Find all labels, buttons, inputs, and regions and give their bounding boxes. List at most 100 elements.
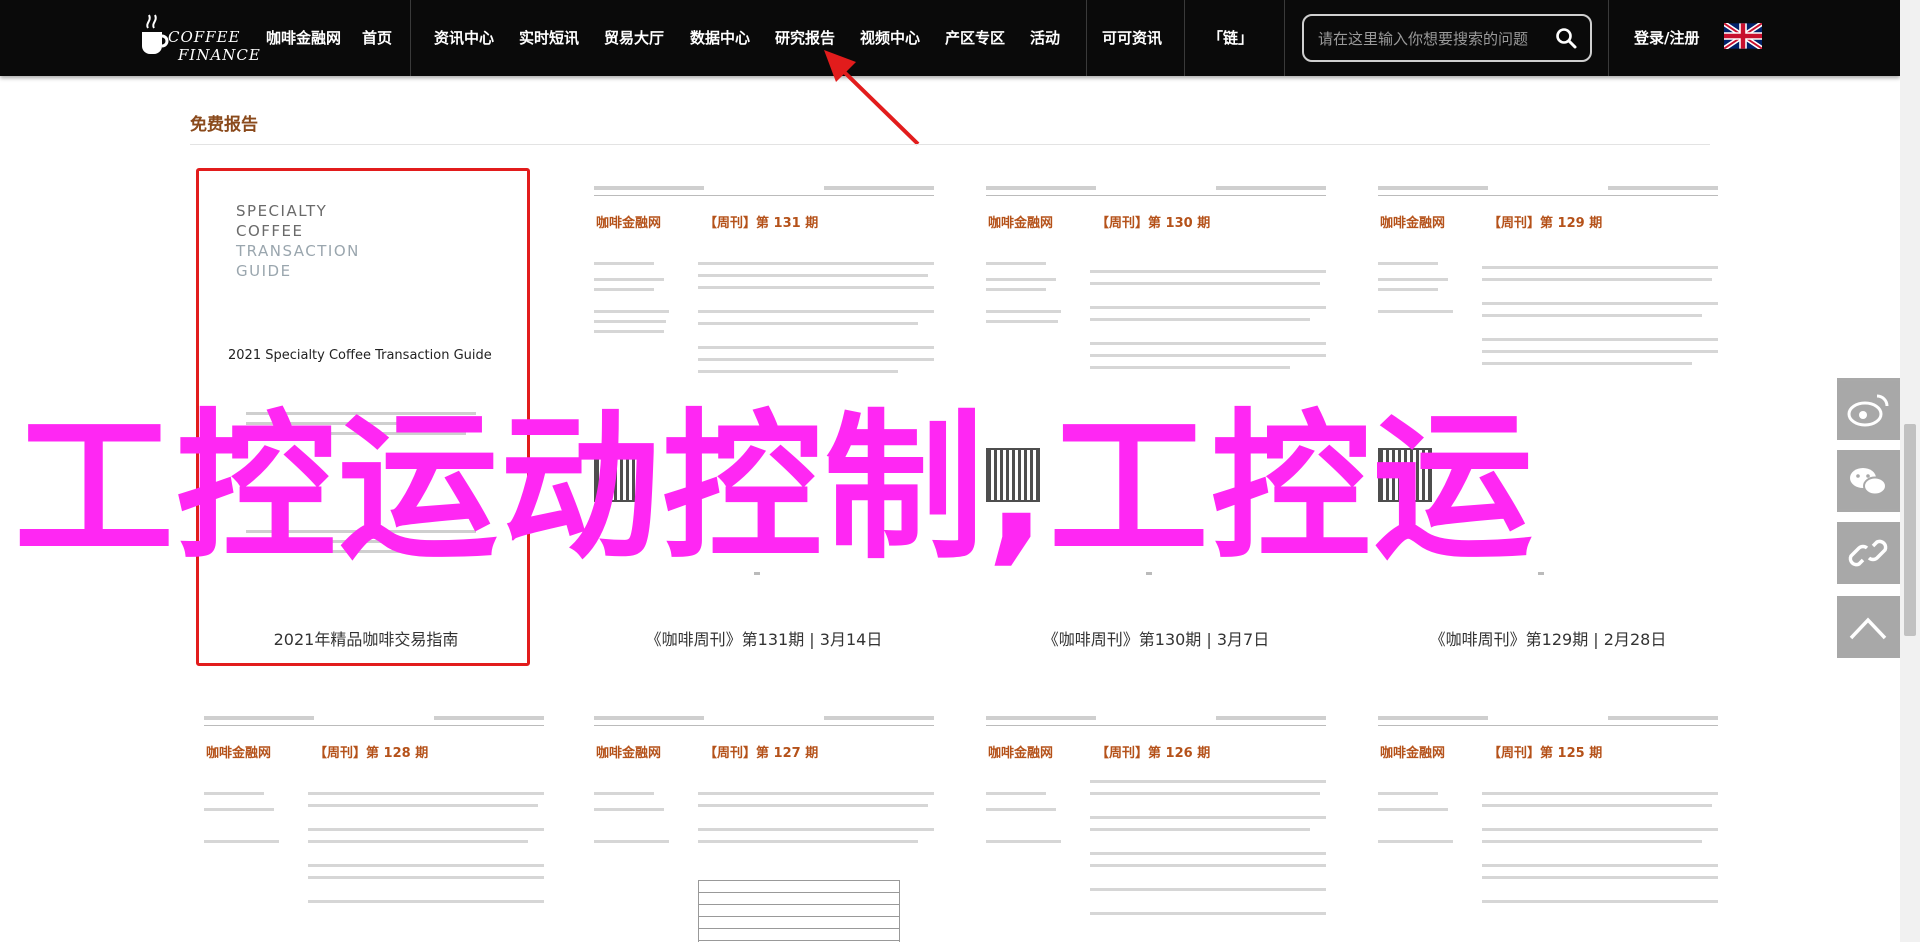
text-line (1482, 864, 1718, 867)
text-line (1378, 792, 1438, 795)
nav-item-origin-zone[interactable]: 产区专区 (945, 0, 1005, 76)
nav-item-events[interactable]: 活动 (1030, 0, 1060, 76)
report-title[interactable]: 《咖啡周刊》第129期 | 2月28日 (1378, 626, 1718, 650)
text-line (308, 900, 544, 903)
back-to-top-button[interactable] (1837, 596, 1900, 658)
qr-code (594, 448, 648, 502)
text-line (698, 840, 918, 843)
nav-item-trade-hall[interactable]: 贸易大厅 (604, 0, 664, 76)
section-divider (190, 144, 1710, 145)
nav-item-chain[interactable]: 「链」 (1208, 0, 1253, 76)
text-line (1482, 302, 1718, 305)
report-card[interactable]: 咖啡金融网 【周刊】第 127 期 (594, 700, 934, 942)
text-line (1090, 306, 1326, 309)
page-header-rule (594, 195, 934, 196)
page-scrollbar-thumb[interactable] (1904, 424, 1916, 636)
report-thumbnail[interactable]: 咖啡金融网 【周刊】第 131 期 (594, 170, 934, 610)
page-header-rule (1378, 195, 1718, 196)
text-line (1378, 808, 1448, 811)
section-title-free-reports: 免费报告 (190, 115, 258, 135)
report-title[interactable]: 《咖啡周刊》第131期 | 3月14日 (594, 626, 934, 650)
text-line (1378, 310, 1453, 313)
text-line (1090, 888, 1326, 891)
text-line (594, 330, 664, 333)
newsletter-issue: 【周刊】第 129 期 (1488, 216, 1603, 231)
copy-link-button[interactable] (1837, 522, 1900, 584)
text-line (986, 278, 1056, 281)
text-line (594, 320, 666, 323)
report-title[interactable]: 《咖啡周刊》第130期 | 3月7日 (986, 626, 1326, 650)
newsletter-issue: 【周刊】第 126 期 (1096, 746, 1211, 761)
back-to-top-icon (1849, 617, 1887, 640)
report-thumbnail[interactable]: 咖啡金融网 【周刊】第 125 期 (1378, 700, 1718, 942)
text-line (594, 310, 669, 313)
nav-divider (1284, 0, 1285, 76)
page-header-rule (594, 725, 934, 726)
text-line (308, 840, 528, 843)
newsletter-issue: 【周刊】第 127 期 (704, 746, 819, 761)
page-number (1146, 572, 1152, 575)
text-line (308, 876, 544, 879)
nav-item-home[interactable]: 首页 (362, 0, 392, 76)
text-line (1482, 828, 1718, 831)
text-line (308, 792, 544, 795)
page-header-rule (204, 725, 544, 726)
report-thumbnail[interactable]: 咖啡金融网 【周刊】第 127 期 (594, 700, 934, 942)
search-icon[interactable] (1554, 26, 1578, 50)
page-header-bar (204, 716, 314, 720)
report-card[interactable]: 咖啡金融网 【周刊】第 131 期 《咖啡周刊》第131期 | 3月14日 (594, 170, 934, 650)
nav-divider (410, 0, 411, 76)
text-line (1090, 270, 1326, 273)
text-line (1090, 282, 1320, 285)
text-line (1482, 266, 1718, 269)
report-card[interactable]: 咖啡金融网 【周刊】第 130 期 《咖啡周刊》第130期 | 3月7日 (986, 170, 1326, 650)
text-line (1482, 792, 1718, 795)
weibo-icon (1847, 394, 1889, 427)
login-register-link[interactable]: 登录/注册 (1634, 0, 1699, 76)
logo-text-coffee: COFFEE (168, 28, 241, 46)
search-input[interactable] (1316, 16, 1550, 62)
nav-divider (1184, 0, 1185, 76)
nav-item-flash-news[interactable]: 实时短讯 (519, 0, 579, 76)
share-wechat-button[interactable] (1837, 450, 1900, 512)
newsletter-brand: 咖啡金融网 (1380, 216, 1446, 231)
nav-item-news-center[interactable]: 资讯中心 (434, 0, 494, 76)
data-table (698, 880, 900, 942)
nav-item-site-name[interactable]: 咖啡金融网 (266, 0, 341, 76)
nav-item-cocoa-news[interactable]: 可可资讯 (1102, 0, 1162, 76)
share-weibo-button[interactable] (1837, 378, 1900, 440)
text-line (1378, 278, 1448, 281)
report-card[interactable]: 咖啡金融网 【周刊】第 128 期 (204, 700, 544, 942)
report-thumbnail[interactable]: 咖啡金融网 【周刊】第 126 期 (986, 700, 1326, 942)
text-line (204, 792, 264, 795)
page-header-bar (1608, 716, 1718, 720)
report-card[interactable]: 咖啡金融网 【周刊】第 126 期 (986, 700, 1326, 942)
page-header-bar (1216, 716, 1326, 720)
report-thumbnail[interactable]: 咖啡金融网 【周刊】第 129 期 (1378, 170, 1718, 610)
text-line (594, 792, 654, 795)
text-line (986, 320, 1058, 323)
report-card[interactable]: 咖啡金融网 【周刊】第 125 期 (1378, 700, 1718, 942)
text-line (1378, 840, 1453, 843)
report-card[interactable]: 咖啡金融网 【周刊】第 129 期 《咖啡周刊》第129期 | 2月28日 (1378, 170, 1718, 650)
page-header-bar (1608, 186, 1718, 190)
newsletter-issue: 【周刊】第 128 期 (314, 746, 429, 761)
page-header-bar (824, 186, 934, 190)
coffee-finance-logo[interactable]: COFFEE FINANCE (134, 8, 260, 68)
text-line (308, 828, 544, 831)
text-line (1090, 828, 1310, 831)
nav-item-data-center[interactable]: 数据中心 (690, 0, 750, 76)
text-line (1090, 342, 1326, 345)
report-thumbnail[interactable]: 咖啡金融网 【周刊】第 128 期 (204, 700, 544, 942)
text-line (594, 262, 654, 265)
text-line (1482, 840, 1702, 843)
nav-divider (1608, 0, 1609, 76)
page-header-rule (1378, 725, 1718, 726)
text-line (594, 278, 664, 281)
report-thumbnail[interactable]: 咖啡金融网 【周刊】第 130 期 (986, 170, 1326, 610)
text-line (1378, 262, 1438, 265)
newsletter-brand: 咖啡金融网 (988, 216, 1054, 231)
text-line (698, 804, 928, 807)
text-line (594, 840, 669, 843)
uk-flag-icon[interactable] (1724, 23, 1762, 49)
